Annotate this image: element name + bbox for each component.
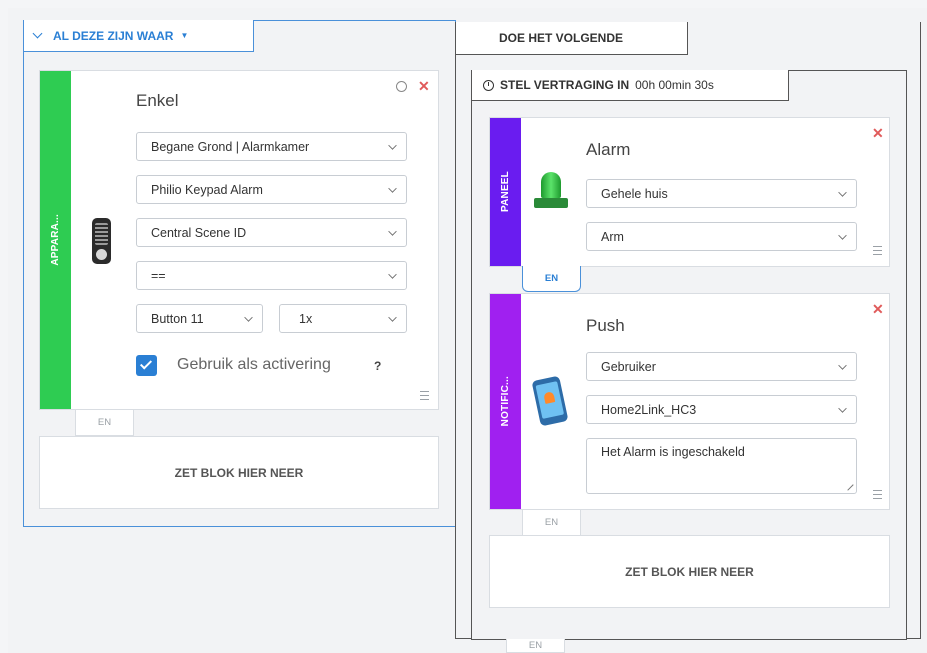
clock-icon [483,79,494,91]
conditions-tab[interactable]: AL DEZE ZIJN WAAR ▼ [23,20,254,52]
checkmark-icon [139,357,153,370]
alarm-action-block: PANEEL Alarm ✕ Gehele huis Arm [489,117,890,267]
actions-tab[interactable]: DOE HET VOLGENDE [455,22,688,55]
user-select-value: Gebruiker [601,359,656,374]
drop-zone[interactable]: ZET BLOK HIER NEER [489,535,890,608]
button-select-value: Button 11 [151,311,204,326]
room-select[interactable]: Begane Grond | Alarmkamer [136,132,407,161]
close-icon[interactable]: ✕ [872,302,884,316]
alarm-mode-value: Arm [601,229,624,244]
close-icon[interactable]: ✕ [418,79,430,93]
notification-category-label: NOTIFIC... [500,376,511,427]
remote-control-icon [92,218,111,264]
push-title: Push [586,316,625,335]
alarm-zone-value: Gehele huis [601,186,668,201]
alarm-zone-select[interactable]: Gehele huis [586,179,857,208]
drop-zone[interactable]: ZET BLOK HIER NEER [39,436,439,509]
clock-icon[interactable] [396,81,407,92]
connector-en: EN [75,410,134,436]
device-select[interactable]: Philio Keypad Alarm [136,175,407,204]
siren-icon [534,168,568,212]
panel-category-label: PANEEL [500,171,511,213]
press-count-select[interactable]: 1x [279,304,407,333]
connector-en: EN [522,510,581,536]
menu-lines-icon[interactable] [873,490,882,499]
push-action-block: NOTIFIC... Push ✕ Gebruiker Home2Link_HC… [489,293,890,510]
connector-en: EN [506,639,565,653]
delay-value: 00h 00min 30s [635,78,714,92]
menu-lines-icon[interactable] [420,391,429,400]
device-select-value: Philio Keypad Alarm [151,182,263,197]
activation-label: Gebruik als activering [177,356,331,373]
delay-label: STEL VERTRAGING IN [500,78,630,92]
room-select-value: Begane Grond | Alarmkamer [151,139,310,154]
message-text: Het Alarm is ingeschakeld [601,445,745,459]
delay-tab[interactable]: STEL VERTRAGING IN 00h 00min 30s [471,70,789,101]
target-select-value: Home2Link_HC3 [601,402,697,417]
user-select[interactable]: Gebruiker [586,352,857,381]
chevron-down-icon [32,28,43,39]
actions-tab-label: DOE HET VOLGENDE [499,31,624,45]
device-condition-block: APPARA... Enkel ✕ Begane Grond | Alarmka… [39,70,439,410]
conditions-tab-label: AL DEZE ZIJN WAAR [53,28,174,43]
device-category-stripe: APPARA... [40,71,71,409]
property-select[interactable]: Central Scene ID [136,218,407,247]
operator-select-value: == [151,268,166,283]
message-textarea[interactable]: Het Alarm is ingeschakeld [586,438,857,494]
menu-lines-icon[interactable] [873,246,882,255]
activation-checkbox[interactable] [136,355,157,376]
device-category-label: APPARA... [50,214,61,266]
alarm-title: Alarm [586,140,631,159]
press-count-value: 1x [299,311,313,326]
property-select-value: Central Scene ID [151,225,247,240]
block-title: Enkel [136,91,179,110]
phone-notification-icon [531,375,569,427]
target-select[interactable]: Home2Link_HC3 [586,395,857,424]
button-select[interactable]: Button 11 [136,304,263,333]
caret-down-icon: ▼ [180,31,189,40]
help-icon[interactable]: ? [374,359,381,373]
notification-category-stripe: NOTIFIC... [490,294,521,509]
panel-category-stripe: PANEEL [490,118,521,266]
connector-en-active[interactable]: EN [522,266,581,292]
close-icon[interactable]: ✕ [872,126,884,140]
alarm-mode-select[interactable]: Arm [586,222,857,251]
resize-handle-icon[interactable] [842,479,854,491]
operator-select[interactable]: == [136,261,407,290]
